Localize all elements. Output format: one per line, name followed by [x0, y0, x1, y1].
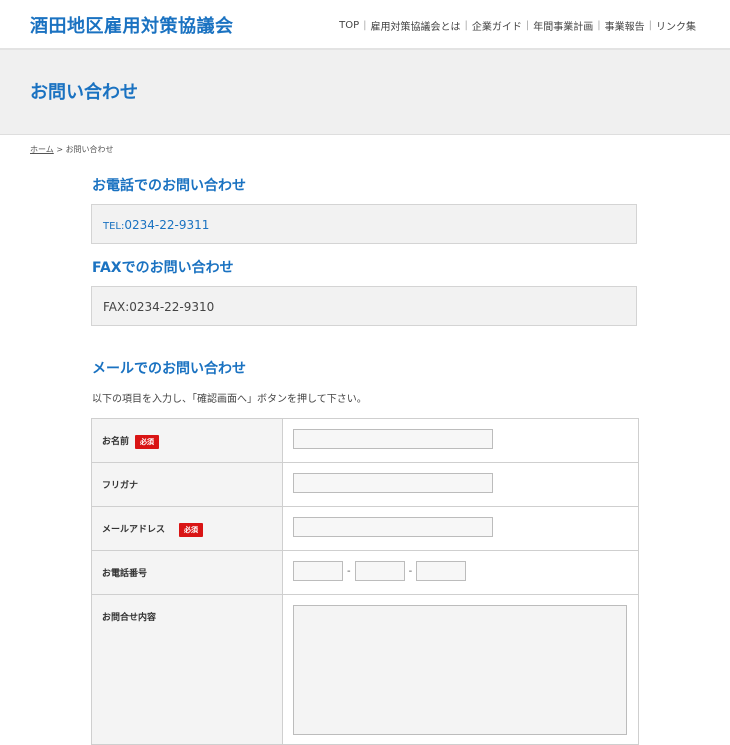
nav-company-guide[interactable]: 企業ガイド — [472, 18, 522, 33]
tel-dash: - — [408, 565, 413, 577]
phone-heading: お電話でのお問い合わせ — [92, 178, 246, 194]
nav-links[interactable]: リンク集 — [656, 18, 696, 33]
fax-number: FAX:0234-22-9310 — [103, 300, 215, 314]
tel-label: TEL: — [103, 221, 125, 232]
site-header: 酒田地区雇用対策協議会 TOP | 雇用対策協議会とは | 企業ガイド | 年間… — [0, 0, 730, 50]
field-cell-kana — [282, 462, 639, 507]
form-row-name: お名前 必須 — [91, 418, 639, 463]
field-cell-email — [282, 506, 639, 551]
field-label-message: お問合せ内容 — [91, 594, 283, 745]
breadcrumb: ホーム > お問い合わせ — [30, 144, 114, 155]
tel-inputs: - - — [293, 561, 638, 581]
nav-separator: | — [525, 20, 530, 31]
breadcrumb-home[interactable]: ホーム — [30, 145, 54, 154]
phone-box: TEL:0234-22-9311 — [91, 204, 637, 244]
field-cell-message — [282, 594, 639, 745]
tel-input-1[interactable] — [293, 561, 343, 581]
page-header-band: お問い合わせ — [0, 50, 730, 135]
field-label-name: お名前 必須 — [91, 418, 283, 463]
form-row-kana: フリガナ — [91, 462, 639, 507]
field-label-text: お名前 — [102, 437, 130, 447]
nav-separator: | — [464, 20, 468, 31]
field-label-text: お問合せ内容 — [102, 613, 157, 623]
nav-separator: | — [648, 20, 652, 31]
email-input[interactable] — [293, 517, 493, 537]
contact-form: お名前 必須 フリガナ メールアドレス 必須 お電話番号 - - お問合せ内容 — [91, 418, 639, 745]
breadcrumb-current: お問い合わせ — [65, 145, 114, 154]
mail-heading: メールでのお問い合わせ — [92, 361, 246, 377]
fax-box: FAX:0234-22-9310 — [91, 286, 637, 326]
field-label-tel: お電話番号 — [91, 550, 283, 595]
message-textarea[interactable] — [293, 605, 627, 735]
field-label-text: フリガナ — [102, 481, 139, 491]
tel-dash: - — [347, 565, 351, 577]
nav-about[interactable]: 雇用対策協議会とは — [371, 18, 461, 33]
breadcrumb-separator: > — [56, 145, 64, 154]
field-cell-name — [282, 418, 639, 463]
form-row-tel: お電話番号 - - — [91, 550, 639, 595]
form-row-email: メールアドレス 必須 — [91, 506, 639, 551]
nav-separator: | — [363, 20, 367, 31]
tel-input-2[interactable] — [354, 561, 405, 581]
form-row-message: お問合せ内容 — [91, 594, 639, 745]
site-title[interactable]: 酒田地区雇用対策協議会 — [30, 12, 234, 38]
global-nav: TOP | 雇用対策協議会とは | 企業ガイド | 年間事業計画 | 事業報告 … — [339, 18, 696, 33]
field-label-text: メールアドレス — [102, 525, 166, 535]
required-badge: 必須 — [135, 434, 160, 449]
field-cell-tel: - - — [282, 550, 639, 595]
tel-input-3[interactable] — [416, 561, 467, 581]
field-label-email: メールアドレス 必須 — [91, 506, 283, 551]
required-badge: 必須 — [179, 522, 204, 537]
tel-number[interactable]: 0234-22-9311 — [124, 218, 209, 232]
nav-report[interactable]: 事業報告 — [605, 18, 645, 33]
kana-input[interactable] — [293, 473, 493, 493]
field-label-text: お電話番号 — [102, 569, 148, 579]
nav-top[interactable]: TOP — [339, 20, 359, 31]
nav-annual-plan[interactable]: 年間事業計画 — [533, 18, 593, 33]
nav-separator: | — [597, 20, 601, 31]
name-input[interactable] — [293, 429, 493, 449]
field-label-kana: フリガナ — [91, 462, 283, 507]
page-title: お問い合わせ — [30, 82, 138, 103]
mail-intro: 以下の項目を入力し、「確認画面へ」ボタンを押して下さい。 — [92, 394, 367, 405]
fax-heading: FAXでのお問い合わせ — [92, 260, 234, 276]
